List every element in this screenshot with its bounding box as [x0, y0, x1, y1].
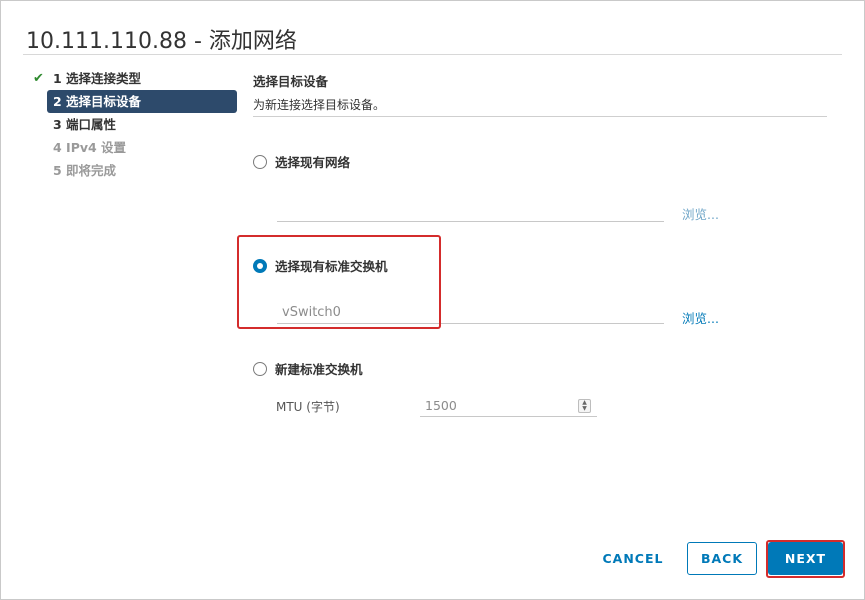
- checkmark-icon: ✔: [33, 71, 44, 86]
- wizard-steps: ✔ 1 选择连接类型 2 选择目标设备 3 端口属性 4 IPv4 设置 5 即…: [31, 67, 237, 182]
- existing-network-label: 选择现有网络: [275, 155, 351, 170]
- next-button[interactable]: NEXT: [768, 542, 843, 575]
- step-select-connection-type[interactable]: ✔ 1 选择连接类型: [31, 67, 237, 90]
- mtu-value: 1500: [425, 398, 457, 413]
- step-label: 4 IPv4 设置: [53, 140, 127, 155]
- existing-network-radio[interactable]: [253, 154, 267, 169]
- option-new-switch[interactable]: 新建标准交换机: [253, 359, 363, 378]
- browse-switch-link[interactable]: 浏览...: [682, 308, 719, 327]
- add-network-dialog: 10.111.110.88 - 添加网络 ✔ 1 选择连接类型 2 选择目标设备…: [0, 0, 865, 600]
- step-port-properties[interactable]: 3 端口属性: [31, 113, 237, 136]
- step-label: 1 选择连接类型: [53, 71, 142, 86]
- step-select-target-device[interactable]: 2 选择目标设备: [47, 90, 237, 113]
- mtu-input[interactable]: 1500 ▲ ▼: [420, 396, 597, 417]
- existing-network-field: [277, 201, 664, 222]
- step-label: 5 即将完成: [53, 163, 117, 178]
- new-switch-radio[interactable]: [253, 361, 267, 376]
- step-ipv4-settings: 4 IPv4 设置: [31, 136, 237, 159]
- spinner-icon[interactable]: ▲ ▼: [578, 399, 591, 413]
- mtu-label: MTU (字节): [276, 400, 340, 414]
- cancel-button[interactable]: CANCEL: [597, 542, 669, 575]
- section-header: 选择目标设备 为新连接选择目标设备。: [253, 71, 827, 113]
- step-label: 2 选择目标设备: [53, 94, 142, 109]
- browse-network-link[interactable]: 浏览...: [682, 204, 719, 223]
- section-divider: [253, 116, 827, 117]
- new-switch-label: 新建标准交换机: [275, 362, 363, 377]
- dialog-title: 10.111.110.88 - 添加网络: [26, 29, 297, 54]
- annotation-highlight-box: [237, 235, 441, 329]
- section-title: 选择目标设备: [253, 74, 329, 89]
- step-ready-to-complete: 5 即将完成: [31, 159, 237, 182]
- section-subtitle: 为新连接选择目标设备。: [253, 98, 386, 112]
- option-existing-network[interactable]: 选择现有网络: [253, 152, 350, 171]
- step-label: 3 端口属性: [53, 117, 117, 132]
- title-divider: [23, 54, 842, 55]
- back-button[interactable]: BACK: [687, 542, 757, 575]
